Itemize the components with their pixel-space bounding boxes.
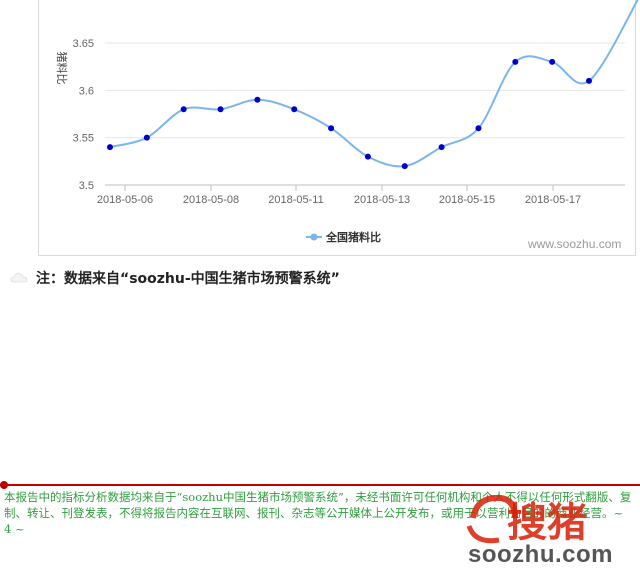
- data-point: [328, 125, 335, 132]
- cloud-icon: [10, 273, 28, 283]
- data-point: [512, 58, 519, 65]
- y-tick-label: 3.6: [79, 85, 94, 97]
- legend-label: 全国猪料比: [325, 230, 381, 244]
- logo-site-text: soozhu.com: [468, 541, 614, 568]
- chart-watermark: www.soozhu.com: [528, 237, 622, 251]
- data-point: [180, 106, 187, 113]
- data-point: [107, 144, 113, 151]
- y-tick-label: 3.55: [73, 133, 94, 145]
- data-point: [586, 77, 592, 84]
- logo-glyphs: 搜猪: [507, 500, 587, 546]
- data-point: [401, 163, 408, 170]
- y-axis-label: 猪料比: [55, 52, 69, 85]
- data-point: [291, 106, 298, 113]
- x-tick-label: 2018-05-11: [268, 194, 323, 206]
- series-line: [109, 0, 639, 168]
- data-point: [217, 106, 224, 113]
- data-point: [143, 134, 150, 141]
- x-tick-label: 2018-05-06: [97, 194, 153, 206]
- x-tick-label: 2018-05-13: [354, 194, 410, 206]
- data-point: [549, 58, 556, 65]
- x-tick-label: 2018-05-15: [439, 194, 495, 206]
- data-point: [475, 125, 482, 132]
- footer-divider-dot: [0, 481, 8, 489]
- y-tick-label: 3.65: [73, 38, 94, 50]
- data-point: [254, 96, 261, 103]
- x-tick-label: 2018-05-17: [525, 194, 581, 206]
- legend-marker: [310, 233, 318, 241]
- source-note: 注：数据来自“soozhu-中国生猪市场预警系统”: [36, 271, 340, 287]
- x-tick-label: 2018-05-08: [183, 194, 239, 206]
- y-tick-label: 3.5: [79, 180, 94, 192]
- data-point: [438, 144, 445, 151]
- line-chart: 3.5 3.55 3.6 3.65 猪料比 2018-05-06 2018-05-08 201…: [55, 0, 639, 244]
- chart-frame: 3.5 3.55 3.6 3.65 猪料比 2018-05-06 2018-05-08 201…: [0, 0, 640, 258]
- data-point: [364, 153, 371, 160]
